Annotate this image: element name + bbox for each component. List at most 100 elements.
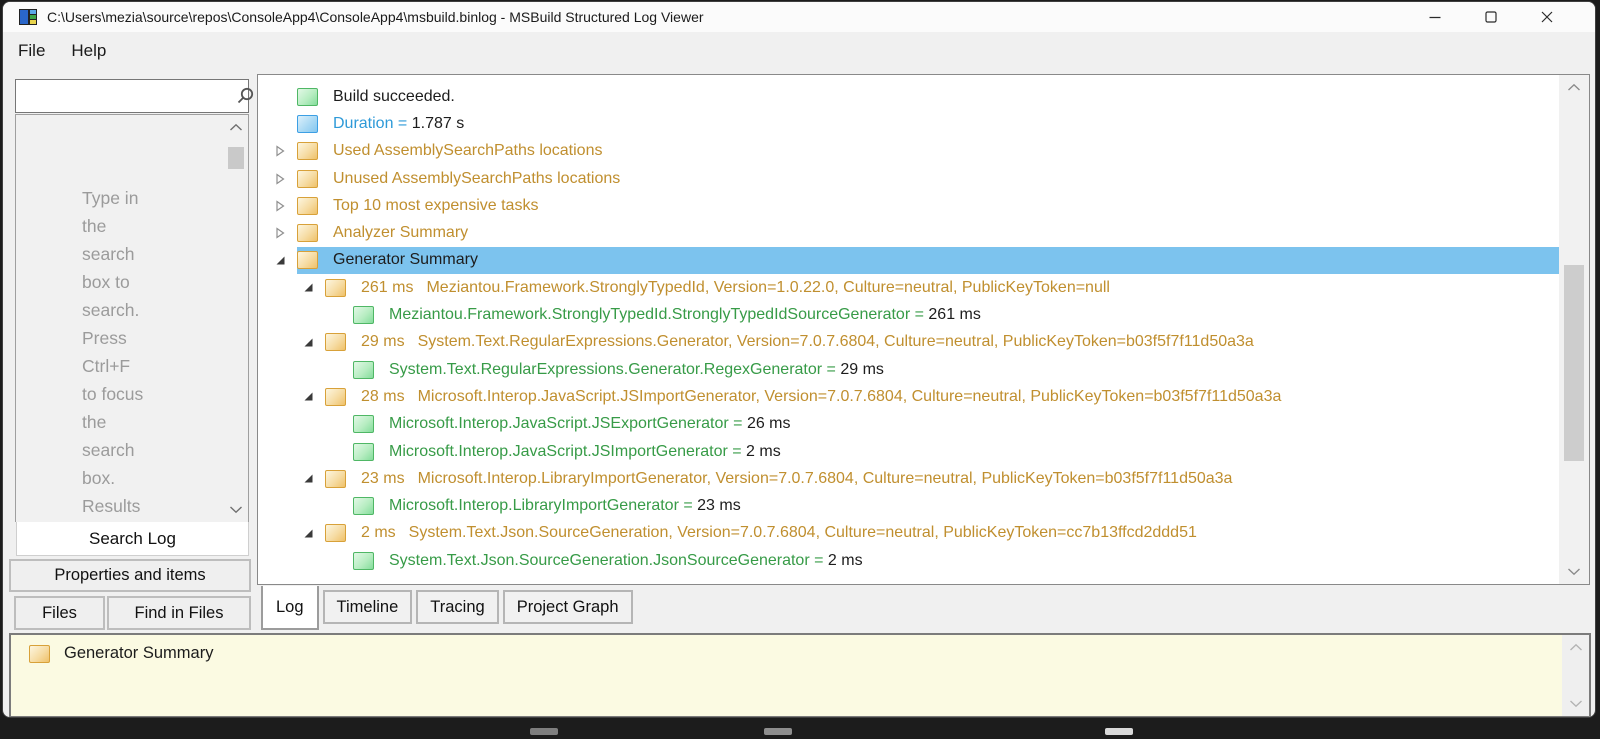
menu-help[interactable]: Help xyxy=(60,37,117,65)
hint-line: the xyxy=(82,212,143,240)
orange-node-icon xyxy=(297,251,318,269)
tree-row-content[interactable]: Top 10 most expensive tasks xyxy=(297,192,1559,219)
scroll-up-icon[interactable] xyxy=(229,123,243,132)
scrollbar-thumb[interactable] xyxy=(1564,265,1584,461)
scroll-down-icon[interactable] xyxy=(1569,699,1583,708)
expander-toggle[interactable] xyxy=(300,391,316,402)
search-input[interactable] xyxy=(16,80,235,112)
tree-row-content[interactable]: System.Text.Json.SourceGeneration.JsonSo… xyxy=(353,547,1559,574)
tree-row-content[interactable]: Microsoft.Interop.JavaScript.JSExportGen… xyxy=(353,411,1559,438)
tree-row-content[interactable]: Analyzer Summary xyxy=(297,219,1559,246)
expander-expanded-icon[interactable] xyxy=(303,528,314,539)
tree-row[interactable]: Microsoft.Interop.JavaScript.JSImportGen… xyxy=(258,438,1559,465)
expander-toggle[interactable] xyxy=(272,255,288,266)
tree-row-content[interactable]: Microsoft.Interop.JavaScript.JSImportGen… xyxy=(353,438,1559,465)
status-scrollbar[interactable] xyxy=(1562,635,1589,716)
tree-row-text: = xyxy=(729,415,747,433)
tree-row-content[interactable]: Unused AssemblySearchPaths locations xyxy=(297,165,1559,192)
tab-search-log[interactable]: Search Log xyxy=(16,522,249,556)
tree-row-content[interactable]: 29 msSystem.Text.RegularExpressions.Gene… xyxy=(325,329,1559,356)
scroll-up-icon[interactable] xyxy=(1569,643,1583,652)
orange-node-icon xyxy=(297,224,318,242)
tree-row-text: Microsoft.Interop.JavaScript.JSExportGen… xyxy=(389,415,729,433)
tree-row[interactable]: System.Text.RegularExpressions.Generator… xyxy=(258,356,1559,383)
tab-project-graph[interactable]: Project Graph xyxy=(503,590,633,624)
minimize-icon xyxy=(1429,11,1441,23)
tree-row[interactable]: 261 msMeziantou.Framework.StronglyTypedI… xyxy=(258,274,1559,301)
tree-row-content[interactable]: Used AssemblySearchPaths locations xyxy=(297,138,1559,165)
search-icon[interactable] xyxy=(235,86,255,106)
tree-row[interactable]: 2 msSystem.Text.Json.SourceGeneration, V… xyxy=(258,520,1559,547)
close-button[interactable] xyxy=(1519,2,1575,32)
expander-collapsed-icon[interactable] xyxy=(274,144,286,158)
title-bar: C:\Users\mezia\source\repos\ConsoleApp4\… xyxy=(3,2,1595,32)
tree-row[interactable]: Used AssemblySearchPaths locations xyxy=(258,138,1559,165)
expander-toggle[interactable] xyxy=(300,282,316,293)
tree-row[interactable]: Meziantou.Framework.StronglyTypedId.Stro… xyxy=(258,301,1559,328)
tree-row-content[interactable]: Duration = 1.787 s xyxy=(297,110,1559,137)
tree-row-content[interactable]: 28 ms Microsoft.Interop.JavaScript.JSImpo… xyxy=(325,383,1559,410)
tree-row-content[interactable]: Meziantou.Framework.StronglyTypedId.Stro… xyxy=(353,301,1559,328)
tree-row-content[interactable]: Microsoft.Interop.LibraryImportGenerator… xyxy=(353,492,1559,519)
expander-expanded-icon[interactable] xyxy=(303,337,314,348)
tree-scrollbar[interactable] xyxy=(1559,75,1589,584)
expander-expanded-icon[interactable] xyxy=(303,282,314,293)
scroll-down-icon[interactable] xyxy=(229,505,243,514)
expander-toggle[interactable] xyxy=(300,528,316,539)
expander-expanded-icon[interactable] xyxy=(275,255,286,266)
tree-row-text: 1.787 s xyxy=(412,115,464,133)
tree-row-text: 28 ms xyxy=(361,388,405,406)
tree-row-content[interactable]: Build succeeded. xyxy=(297,83,1559,110)
tree-row-content[interactable]: 261 msMeziantou.Framework.StronglyTypedI… xyxy=(325,274,1559,301)
tab-log[interactable]: Log xyxy=(261,586,319,630)
tree-row[interactable]: Microsoft.Interop.JavaScript.JSExportGen… xyxy=(258,411,1559,438)
scroll-down-icon[interactable] xyxy=(1567,567,1581,576)
tree-row[interactable]: Unused AssemblySearchPaths locations xyxy=(258,165,1559,192)
tree-row[interactable]: Duration = 1.787 s xyxy=(258,110,1559,137)
tree-row[interactable]: Generator Summary xyxy=(258,247,1559,274)
tree-row[interactable]: System.Text.Json.SourceGeneration.JsonSo… xyxy=(258,547,1559,574)
green-node-icon xyxy=(353,415,374,433)
tree-row-text: Generator Summary xyxy=(333,251,478,269)
menu-file[interactable]: File xyxy=(7,37,56,65)
tree-row[interactable]: Top 10 most expensive tasks xyxy=(258,192,1559,219)
tab-timeline[interactable]: Timeline xyxy=(323,590,413,624)
minimize-button[interactable] xyxy=(1407,2,1463,32)
tree-row-text: Microsoft.Interop.JavaScript.JSImportGen… xyxy=(389,443,728,461)
tab-tracing[interactable]: Tracing xyxy=(416,590,498,624)
expander-toggle[interactable] xyxy=(272,172,288,186)
tab-properties-and-items[interactable]: Properties and items xyxy=(9,559,251,592)
tab-files[interactable]: Files xyxy=(14,596,105,630)
tree-row[interactable]: Build succeeded. xyxy=(258,83,1559,110)
tree-row[interactable]: Microsoft.Interop.LibraryImportGenerator… xyxy=(258,492,1559,519)
tree-row[interactable]: 23 msMicrosoft.Interop.LibraryImportGene… xyxy=(258,465,1559,492)
tab-find-in-files[interactable]: Find in Files xyxy=(107,596,251,630)
tree-row-content[interactable]: 2 msSystem.Text.Json.SourceGeneration, V… xyxy=(325,520,1559,547)
maximize-button[interactable] xyxy=(1463,2,1519,32)
scroll-up-icon[interactable] xyxy=(1567,83,1581,92)
maximize-icon xyxy=(1485,11,1497,23)
tree-row[interactable]: 28 ms Microsoft.Interop.JavaScript.JSImpo… xyxy=(258,383,1559,410)
expander-collapsed-icon[interactable] xyxy=(274,172,286,186)
expander-toggle[interactable] xyxy=(272,226,288,240)
orange-node-icon xyxy=(325,470,346,488)
tree-row[interactable]: Analyzer Summary xyxy=(258,219,1559,246)
scrollbar-thumb[interactable] xyxy=(228,147,244,169)
green-node-icon xyxy=(297,88,318,106)
orange-node-icon xyxy=(297,197,318,215)
tree-row[interactable]: 29 msSystem.Text.RegularExpressions.Gene… xyxy=(258,329,1559,356)
status-row[interactable]: Generator Summary xyxy=(29,644,213,663)
tree-row-content[interactable]: 23 msMicrosoft.Interop.LibraryImportGene… xyxy=(325,465,1559,492)
sidebar-scrollbar[interactable] xyxy=(224,115,248,522)
expander-collapsed-icon[interactable] xyxy=(274,226,286,240)
expander-toggle[interactable] xyxy=(300,337,316,348)
expander-toggle[interactable] xyxy=(272,199,288,213)
expander-collapsed-icon[interactable] xyxy=(274,199,286,213)
expander-expanded-icon[interactable] xyxy=(303,391,314,402)
tree-row-text: Microsoft.Interop.JavaScript.JSImportGen… xyxy=(418,388,1282,406)
tree-row-content[interactable]: System.Text.RegularExpressions.Generator… xyxy=(353,356,1559,383)
expander-toggle[interactable] xyxy=(272,144,288,158)
expander-expanded-icon[interactable] xyxy=(303,473,314,484)
expander-toggle[interactable] xyxy=(300,473,316,484)
tree-row-content-selected[interactable]: Generator Summary xyxy=(297,247,1559,274)
